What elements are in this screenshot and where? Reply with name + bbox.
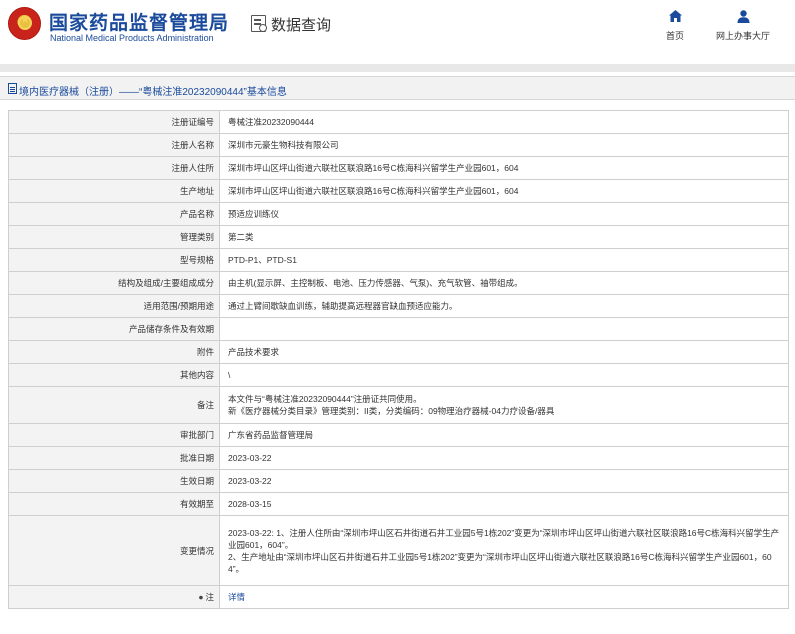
field-label: 附件 <box>8 340 220 364</box>
table-row: 批准日期 2023-03-22 <box>8 446 789 470</box>
field-label: 生效日期 <box>8 469 220 493</box>
table-row: ● 注 详情 <box>8 585 789 609</box>
user-icon <box>712 10 774 24</box>
change-paragraph: 2、生产地址由“深圳市坪山区石井街道石井工业园5号1栋202”变更为“深圳市坪山… <box>228 551 772 574</box>
field-label: 变更情况 <box>8 515 220 586</box>
table-row: 产品储存条件及有效期 <box>8 317 789 341</box>
nav-home-label: 首页 <box>665 31 684 41</box>
field-label: 注 <box>205 592 214 602</box>
pin-icon: ● <box>198 592 204 602</box>
field-value: 深圳市元豪生物科技有限公司 <box>219 133 789 157</box>
field-value: 深圳市坪山区坪山街道六联社区联浪路16号C栋海科兴留学生产业园601，604 <box>219 156 789 180</box>
field-value: 由主机(显示屏、主控制板、电池、压力传感器、气泵)、充气软管、袖带组成。 <box>219 271 789 295</box>
table-row: 适用范围/预期用途 通过上臂间歇缺血训练，辅助提高远程器官缺血预适应能力。 <box>8 294 789 318</box>
table-row: 结构及组成/主要组成成分 由主机(显示屏、主控制板、电池、压力传感器、气泵)、充气… <box>8 271 789 295</box>
table-row: 注册人住所 深圳市坪山区坪山街道六联社区联浪路16号C栋海科兴留学生产业园601，… <box>8 156 789 180</box>
field-value: 第二类 <box>219 225 789 249</box>
field-label: 结构及组成/主要组成成分 <box>8 271 220 295</box>
field-label: 有效期至 <box>8 492 220 516</box>
field-label: 适用范围/预期用途 <box>8 294 220 318</box>
note-label-cell: ● 注 <box>8 585 220 609</box>
breadcrumb-text: 境内医疗器械（注册）——“粤械注准20232090444”基本信息 <box>19 87 287 98</box>
field-value: 粤械注准20232090444 <box>219 110 789 134</box>
field-value: 预适应训练仪 <box>219 202 789 226</box>
nav-online-office-link[interactable]: 网上办事大厅 <box>712 10 774 42</box>
field-value: 2023-03-22 <box>219 446 789 470</box>
field-label: 审批部门 <box>8 423 220 447</box>
data-search-icon <box>251 15 267 32</box>
nav-home-link[interactable]: 首页 <box>662 10 688 42</box>
field-label: 注册人住所 <box>8 156 220 180</box>
field-value: 产品技术要求 <box>219 340 789 364</box>
field-label: 其他内容 <box>8 363 220 387</box>
table-row: 有效期至 2028-03-15 <box>8 492 789 516</box>
site-name-cn: 国家药品监督管理局 <box>49 13 230 34</box>
national-emblem-logo: ★ <box>8 7 41 40</box>
nav-online-office-label: 网上办事大厅 <box>715 31 770 41</box>
page-title: 数据查询 <box>271 17 332 34</box>
field-label: 注册证编号 <box>8 110 220 134</box>
field-value: \ <box>219 363 789 387</box>
field-label: 批准日期 <box>8 446 220 470</box>
table-row: 附件 产品技术要求 <box>8 340 789 364</box>
field-value: 广东省药品监督管理局 <box>219 423 789 447</box>
table-row: 产品名称 预适应训练仪 <box>8 202 789 226</box>
field-label: 生产地址 <box>8 179 220 203</box>
home-icon <box>662 10 688 24</box>
field-label: 注册人名称 <box>8 133 220 157</box>
field-value: 详情 <box>219 585 789 609</box>
remark-line: 新《医疗器械分类目录》管理类别：II类，分类编码：09物理治疗器械-04力疗设备… <box>228 406 555 416</box>
field-value: 通过上臂间歇缺血训练，辅助提高远程器官缺血预适应能力。 <box>219 294 789 318</box>
table-row: 注册人名称 深圳市元豪生物科技有限公司 <box>8 133 789 157</box>
table-row: 其他内容 \ <box>8 363 789 387</box>
remark-line: 本文件与“粤械注准20232090444”注册证共同使用。 <box>228 394 422 404</box>
table-row: 生产地址 深圳市坪山区坪山街道六联社区联浪路16号C栋海科兴留学生产业园601，6… <box>8 179 789 203</box>
field-value: 2023-03-22 <box>219 469 789 493</box>
field-label: 型号规格 <box>8 248 220 272</box>
details-link[interactable]: 详情 <box>228 592 245 602</box>
remark-value: 本文件与“粤械注准20232090444”注册证共同使用。 新《医疗器械分类目录… <box>219 386 789 424</box>
device-detail-table: 注册证编号 粤械注准20232090444 注册人名称 深圳市元豪生物科技有限公司 … <box>8 110 789 609</box>
field-value <box>219 317 789 341</box>
change-value: 2023-03-22: 1、注册人住所由“深圳市坪山区石井街道石井工业园5号1栋… <box>219 515 789 586</box>
field-label: 产品储存条件及有效期 <box>8 317 220 341</box>
emblem-star-icon: ★ <box>20 14 30 26</box>
field-label: 产品名称 <box>8 202 220 226</box>
table-row: 注册证编号 粤械注准20232090444 <box>8 110 789 134</box>
table-row: 审批部门 广东省药品监督管理局 <box>8 423 789 447</box>
field-value: PTD-P1、PTD-S1 <box>219 248 789 272</box>
site-name-en: National Medical Products Administration <box>50 33 214 43</box>
table-row: 管理类别 第二类 <box>8 225 789 249</box>
breadcrumb: 境内医疗器械（注册）——“粤械注准20232090444”基本信息 <box>0 76 795 100</box>
document-icon <box>8 83 17 94</box>
change-paragraph: 2023-03-22: 1、注册人住所由“深圳市坪山区石井街道石井工业园5号1栋… <box>228 527 780 550</box>
field-value: 2028-03-15 <box>219 492 789 516</box>
field-label: 备注 <box>8 386 220 424</box>
table-row: 型号规格 PTD-P1、PTD-S1 <box>8 248 789 272</box>
field-label: 管理类别 <box>8 225 220 249</box>
table-row: 生效日期 2023-03-22 <box>8 469 789 493</box>
table-row: 备注 本文件与“粤械注准20232090444”注册证共同使用。 新《医疗器械分… <box>8 386 789 424</box>
table-row: 变更情况 2023-03-22: 1、注册人住所由“深圳市坪山区石井街道石井工业… <box>8 515 789 586</box>
site-header: ★ 国家药品监督管理局 National Medical Products Ad… <box>0 0 795 54</box>
header-divider <box>0 64 795 72</box>
field-value: 深圳市坪山区坪山街道六联社区联浪路16号C栋海科兴留学生产业园601，604 <box>219 179 789 203</box>
